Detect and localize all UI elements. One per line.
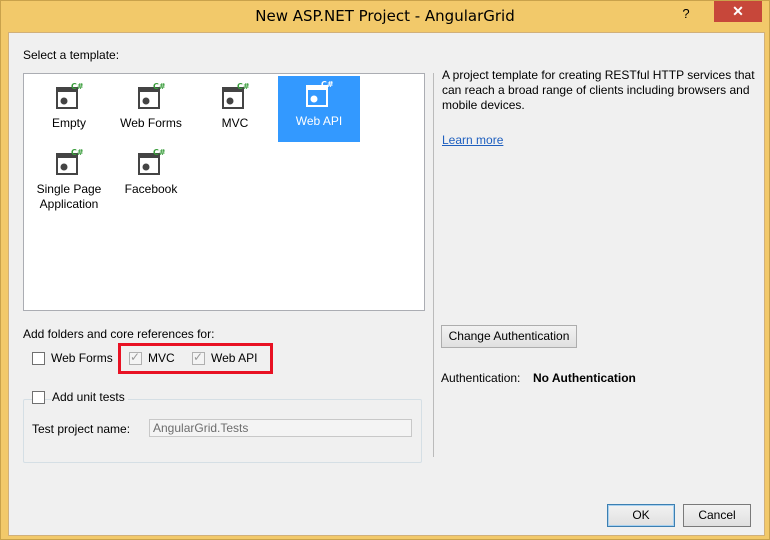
template-label: Facebook: [124, 182, 178, 196]
mvc-label: MVC: [148, 351, 175, 365]
learn-more-link[interactable]: Learn more: [442, 133, 503, 147]
project-template-icon: C#: [56, 148, 83, 175]
mvc-checkbox[interactable]: [129, 350, 142, 365]
help-button[interactable]: ?: [675, 5, 697, 23]
select-template-label: Select a template:: [23, 48, 120, 62]
project-template-icon: C#: [56, 82, 83, 109]
change-authentication-button[interactable]: Change Authentication: [441, 325, 577, 348]
authentication-value: No Authentication: [533, 371, 636, 385]
dialog-window: New ASP.NET Project - AngularGrid ? ✕ Se…: [0, 0, 770, 540]
svg-text:C#: C#: [71, 82, 83, 91]
dialog-client-area: Select a template: C# Empty C# Web Forms…: [8, 32, 765, 536]
project-template-icon: C#: [138, 148, 165, 175]
svg-text:C#: C#: [153, 82, 165, 91]
web-forms-label: Web Forms: [51, 351, 113, 365]
template-label: Web Forms: [120, 116, 182, 130]
template-description: A project template for creating RESTful …: [442, 68, 755, 112]
web-api-checkbox[interactable]: [192, 350, 205, 365]
template-single-page-application[interactable]: C# Single Page Application: [28, 144, 110, 220]
template-empty[interactable]: C# Empty: [28, 78, 110, 144]
vertical-divider: [433, 73, 434, 457]
test-project-name-label: Test project name:: [32, 422, 131, 436]
template-label: Single Page Application: [36, 182, 102, 211]
test-project-name-input[interactable]: AngularGrid.Tests: [149, 419, 412, 437]
project-template-icon: C#: [138, 82, 165, 109]
web-forms-checkbox[interactable]: [32, 352, 45, 365]
svg-text:C#: C#: [321, 80, 333, 89]
authentication-label: Authentication:: [441, 371, 521, 385]
title-bar[interactable]: New ASP.NET Project - AngularGrid ? ✕: [1, 1, 769, 33]
template-facebook[interactable]: C# Facebook: [110, 144, 192, 210]
template-label: Empty: [51, 116, 86, 130]
svg-text:C#: C#: [71, 148, 83, 157]
unit-tests-label: Add unit tests: [52, 390, 128, 404]
cancel-button[interactable]: Cancel: [683, 504, 751, 527]
close-button[interactable]: ✕: [714, 1, 762, 22]
project-template-icon: C#: [306, 80, 333, 107]
template-label: MVC: [221, 116, 249, 130]
template-mvc[interactable]: C# MVC: [194, 78, 276, 144]
svg-text:C#: C#: [237, 82, 249, 91]
project-template-icon: C#: [222, 82, 249, 109]
svg-text:C#: C#: [153, 148, 165, 157]
window-title: New ASP.NET Project - AngularGrid: [255, 7, 515, 25]
web-api-label: Web API: [211, 351, 258, 365]
references-label: Add folders and core references for:: [23, 327, 215, 341]
close-icon: ✕: [732, 3, 744, 19]
template-list: C# Empty C# Web Forms C# MVC C# Web API …: [23, 73, 425, 311]
ok-button[interactable]: OK: [607, 504, 675, 527]
template-label: Web API: [295, 114, 343, 128]
template-web-api[interactable]: C# Web API: [278, 76, 360, 142]
template-web-forms[interactable]: C# Web Forms: [110, 78, 192, 144]
unit-tests-checkbox[interactable]: [32, 391, 45, 404]
